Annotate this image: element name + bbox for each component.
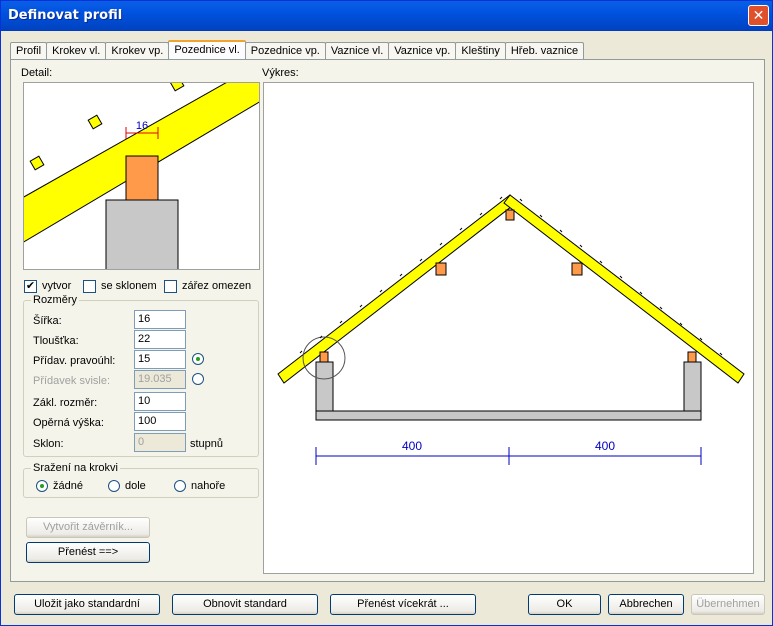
- tab-pozednice-vp[interactable]: Pozednice vp.: [244, 42, 326, 60]
- left-mid-purlin: [435, 262, 447, 276]
- tab-krokev-vp[interactable]: Krokev vp.: [105, 42, 170, 60]
- obnovit-standard-button[interactable]: Obnovit standard: [172, 594, 318, 615]
- close-button[interactable]: ✕: [748, 5, 769, 26]
- rozmery-legend: Rozměry: [31, 294, 80, 306]
- detail-view: 16: [23, 82, 260, 270]
- prenest-button[interactable]: Přenést ==>: [26, 542, 150, 563]
- left-rafter: [277, 194, 517, 384]
- ubernehmen-button[interactable]: Übernehmen: [691, 594, 765, 615]
- pridav-pravouhl-input[interactable]: 15: [134, 350, 186, 369]
- vytvor-label: vytvor: [42, 280, 72, 292]
- close-icon: ✕: [752, 7, 765, 23]
- abbrechen-button[interactable]: Abbrechen: [608, 594, 684, 615]
- ulozit-standard-button[interactable]: Uložit jako standardní: [14, 594, 160, 615]
- left-wall-plate: [319, 351, 329, 363]
- right-mid-purlin: [571, 262, 583, 276]
- rafter-ticks: [299, 196, 723, 356]
- tab-hreb-vaznice[interactable]: Hřeb. vaznice: [504, 42, 585, 60]
- tab-krokev-vl[interactable]: Krokev vl.: [46, 42, 107, 60]
- vytvor-checkbox[interactable]: ✔: [24, 280, 37, 293]
- right-wall: [683, 361, 702, 413]
- srazeni-nahore-radio[interactable]: [174, 480, 186, 492]
- pridavek-svisle-label: Přídavek svisle:: [33, 375, 111, 387]
- dimension-lines: [315, 447, 702, 465]
- tab-klestiny[interactable]: Kleštiny: [455, 42, 506, 60]
- tab-profil[interactable]: Profil: [10, 42, 48, 60]
- tab-strip: Profil Krokev vl. Krokev vp. Pozednice vl. P…: [10, 39, 585, 61]
- window-title: Definovat profil: [8, 8, 123, 23]
- right-rafter: [503, 194, 745, 384]
- srazeni-legend: Sražení na krokvi: [31, 462, 120, 474]
- vykres-label: Výkres:: [262, 67, 299, 79]
- detail-nail-3: [169, 83, 185, 92]
- roof-drawing: 400 400: [277, 194, 745, 465]
- srazeni-dole-label: dole: [125, 480, 146, 492]
- tab-vaznice-vl[interactable]: Vaznice vl.: [324, 42, 390, 60]
- sklon-unit: stupnů: [190, 438, 224, 450]
- title-bar[interactable]: Definovat profil ✕: [1, 1, 772, 31]
- srazeni-nahore-label: nahoře: [191, 480, 226, 492]
- srazeni-zadne-radio[interactable]: [36, 480, 48, 492]
- sklon-label: Sklon:: [33, 438, 64, 450]
- right-wall-plate: [687, 351, 697, 363]
- se-sklonem-checkbox[interactable]: [83, 280, 96, 293]
- zakl-rozmer-input[interactable]: 10: [134, 392, 186, 411]
- floor-beam: [315, 410, 702, 421]
- dimension-left-text: 400: [402, 439, 422, 453]
- sirka-label: Šířka:: [33, 315, 62, 327]
- detail-wall: [105, 199, 179, 269]
- pridavek-svisle-radio[interactable]: [192, 373, 204, 385]
- zarez-label: zářez omezen: [182, 280, 252, 292]
- ridge-purlin: [505, 209, 515, 221]
- left-wall: [315, 361, 334, 413]
- srazeni-dole-radio[interactable]: [108, 480, 120, 492]
- pridav-pravouhl-radio[interactable]: [192, 353, 204, 365]
- sklon-input[interactable]: 0: [134, 433, 186, 452]
- vytvorit-zavernik-button[interactable]: Vytvořit závěrník...: [26, 517, 150, 538]
- srazeni-zadne-label: žádné: [53, 480, 83, 492]
- detail-nail-2: [87, 114, 103, 130]
- pridavek-svisle-input[interactable]: 19.035: [134, 370, 186, 389]
- zarez-checkbox[interactable]: [164, 280, 177, 293]
- operna-vyska-label: Opěrná výška:: [33, 417, 104, 429]
- detail-nail-1: [29, 155, 45, 171]
- drawing-view: 400 400: [263, 82, 754, 574]
- detail-purlin: [125, 155, 159, 202]
- pridav-pravouhl-label: Přídav. pravoúhl:: [33, 355, 116, 367]
- ok-button[interactable]: OK: [528, 594, 601, 615]
- detail-label: Detail:: [21, 67, 53, 79]
- tab-panel: Detail: 16 ✔ vytvor se sklonem zářez ome…: [10, 59, 765, 582]
- dialog-window: Definovat profil ✕ Profil Krokev vl. Kroke…: [0, 0, 773, 626]
- dimension-right-text: 400: [595, 439, 615, 453]
- detail-dim-text: 16: [136, 120, 148, 132]
- tloustka-label: Tloušťka:: [33, 335, 79, 347]
- se-sklonem-label: se sklonem: [101, 280, 157, 292]
- operna-vyska-input[interactable]: 100: [134, 412, 186, 431]
- tab-vaznice-vp[interactable]: Vaznice vp.: [388, 42, 457, 60]
- tloustka-input[interactable]: 22: [134, 330, 186, 349]
- sirka-input[interactable]: 16: [134, 310, 186, 329]
- tab-pozednice-vl[interactable]: Pozednice vl.: [168, 40, 246, 61]
- detail-drawing: 16: [24, 83, 259, 269]
- prenest-vicekrat-button[interactable]: Přenést vícekrát ...: [330, 594, 476, 615]
- zakl-rozmer-label: Zákl. rozměr:: [33, 397, 98, 409]
